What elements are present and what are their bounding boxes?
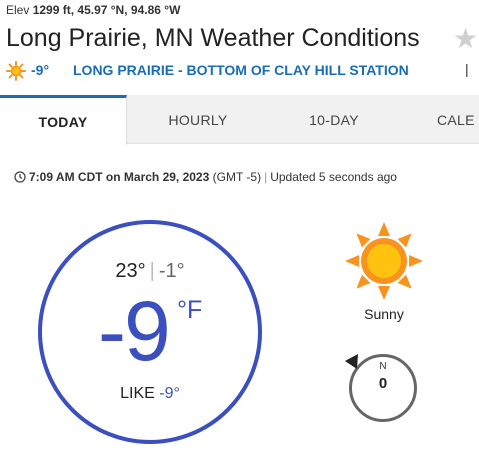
timestamp-separator: |: [264, 170, 268, 184]
station-name-link[interactable]: LONG PRAIRIE - BOTTOM OF CLAY HILL STATI…: [73, 62, 409, 78]
elevation-label: Elev: [6, 3, 30, 17]
station-temp: -9°: [31, 62, 50, 78]
tab-bar: TODAY HOURLY 10-DAY CALE: [0, 95, 479, 145]
observation-timestamp: 7:09 AM CDT on March 29, 2023 (GMT -5) | U…: [14, 170, 397, 184]
timezone: (GMT -5): [212, 170, 262, 184]
title-row: Long Prairie, MN Weather Conditions ★: [6, 24, 479, 56]
wind-compass: N 0: [345, 350, 421, 426]
elevation-value: 1299 ft,: [32, 3, 75, 17]
current-temp: -9: [98, 284, 171, 378]
tab-today[interactable]: TODAY: [0, 95, 127, 145]
clock-icon: [14, 171, 26, 183]
updated-text: Updated 5 seconds ago: [270, 170, 397, 184]
low-temp: -1°: [158, 260, 185, 282]
sunny-icon: [343, 220, 425, 302]
tab-hourly[interactable]: HOURLY: [127, 95, 269, 144]
high-low: 23° | -1°: [42, 260, 258, 283]
feels-like: LIKE -9°: [42, 385, 258, 403]
star-icon[interactable]: ★: [453, 25, 478, 53]
high-temp: 23°: [115, 260, 146, 282]
sun-icon: [6, 61, 26, 81]
tab-10-day[interactable]: 10-DAY: [269, 95, 399, 144]
high-low-separator: |: [149, 260, 155, 282]
station-bar: -9° LONG PRAIRIE - BOTTOM OF CLAY HILL S…: [6, 61, 479, 81]
temperature-gauge: 23° | -1° -9 °F LIKE -9°: [38, 220, 262, 444]
tab-calendar[interactable]: CALE: [399, 95, 479, 144]
latitude-value: 45.97 °N,: [77, 3, 128, 17]
feels-like-label: LIKE: [120, 385, 155, 402]
temp-unit: °F: [177, 296, 203, 324]
page-title: Long Prairie, MN Weather Conditions: [6, 24, 420, 52]
longitude-value: 94.86 °W: [130, 3, 181, 17]
observation-time: 7:09 AM CDT on March 29, 2023: [29, 170, 210, 184]
feels-like-value: -9°: [159, 385, 180, 402]
elevation-coordinates: Elev 1299 ft, 45.97 °N, 94.86 °W: [6, 3, 180, 17]
condition-text: Sunny: [364, 306, 404, 322]
station-separator: |: [465, 61, 469, 77]
wind-direction: N: [379, 361, 387, 372]
wind-speed: 0: [378, 375, 388, 392]
